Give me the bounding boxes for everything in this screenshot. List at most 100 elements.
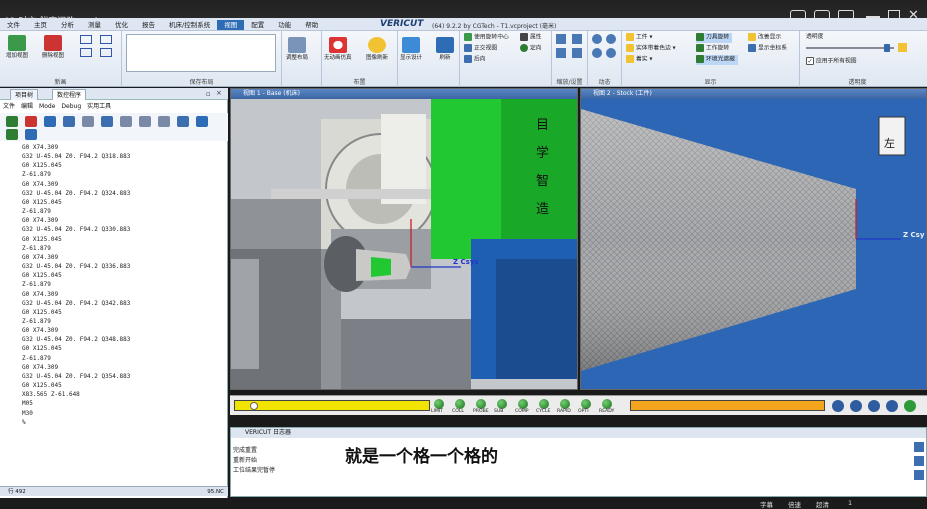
code-line[interactable]: Z-61.879 xyxy=(22,354,228,363)
code-line[interactable]: Z-61.879 xyxy=(22,280,228,289)
show-design-button[interactable]: 显示设计 xyxy=(400,37,422,62)
cascade-icon[interactable] xyxy=(100,48,112,57)
toolbar-icon[interactable] xyxy=(44,116,56,127)
toolbar-icon[interactable] xyxy=(63,116,75,127)
refresh-button[interactable]: 刷新 xyxy=(436,37,454,62)
menu-item[interactable]: 报告 xyxy=(135,20,162,30)
zoom-icon[interactable] xyxy=(556,34,566,44)
no-animation-button[interactable]: 无动画仿真 xyxy=(324,37,352,62)
left-menu-item[interactable]: Mode xyxy=(36,102,58,112)
menu-item[interactable]: 优化 xyxy=(108,20,135,30)
viewport-stock[interactable]: 视图 2 - Stock (工件) Z Csy 左 xyxy=(580,88,927,390)
code-line[interactable]: G0 X125.045 xyxy=(22,344,228,353)
dynamic-rotate-icon[interactable] xyxy=(592,34,602,44)
code-line[interactable]: G0 X125.045 xyxy=(22,198,228,207)
toolbar-icon[interactable] xyxy=(158,116,170,127)
tool-rotate-toggle[interactable]: 刀具旋转 xyxy=(696,33,733,43)
tile-icon[interactable] xyxy=(80,48,92,57)
split-icon[interactable] xyxy=(100,35,112,44)
shading-dropdown[interactable]: 着实 ▾ xyxy=(626,55,652,65)
apply-all-views-checkbox[interactable]: ✓ 应用于所有视图 xyxy=(806,57,857,67)
image-refresh-button[interactable]: 图像刷新 xyxy=(366,37,388,62)
toolbar-icon[interactable] xyxy=(82,116,94,127)
pan-icon[interactable] xyxy=(556,48,566,58)
code-line[interactable]: G0 X125.045 xyxy=(22,235,228,244)
code-line[interactable]: M05 xyxy=(22,399,228,408)
log-check-icon[interactable] xyxy=(914,456,924,466)
code-line[interactable]: G32 U-45.04 Z0. F94.2 Q348.883 xyxy=(22,335,228,344)
tab-nc-program[interactable]: 数控程序 xyxy=(52,89,87,100)
caption-button[interactable]: 字幕 xyxy=(760,499,773,509)
back-view-button[interactable]: 后向 xyxy=(464,55,486,65)
code-line[interactable]: G0 X74.309 xyxy=(22,363,228,372)
show-csys-toggle[interactable]: 显示坐标系 xyxy=(748,44,787,54)
toolbar-icon[interactable] xyxy=(6,129,18,140)
volume-level[interactable]: 1 xyxy=(848,499,852,507)
menu-item[interactable]: 主页 xyxy=(27,20,54,30)
code-line[interactable]: G32 U-45.04 Z0. F94.2 Q342.883 xyxy=(22,299,228,308)
use-rotation-center-button[interactable]: 使用旋转中心 xyxy=(464,33,509,43)
menu-item[interactable]: 机床/控制系统 xyxy=(162,20,217,30)
menu-item[interactable]: 视图 xyxy=(217,20,245,30)
step-back-button[interactable] xyxy=(850,400,862,412)
code-line[interactable]: % xyxy=(22,418,228,427)
panel-close-icon[interactable]: × xyxy=(216,89,222,97)
delete-view-button[interactable]: 删除视图 xyxy=(42,35,64,60)
toolbar-icon[interactable] xyxy=(139,116,151,127)
ambient-occlusion-toggle[interactable]: 环境光遮蔽 xyxy=(696,55,738,65)
add-view-button[interactable]: 增加视图 xyxy=(6,35,28,60)
transparency-slider-track[interactable] xyxy=(806,47,894,49)
code-line[interactable]: G32 U-45.04 Z0. F94.2 Q324.883 xyxy=(22,189,228,198)
left-menu-item[interactable]: Debug xyxy=(58,102,84,112)
code-line[interactable]: G32 U-45.04 Z0. F94.2 Q336.883 xyxy=(22,262,228,271)
menu-item[interactable]: 功能 xyxy=(271,20,298,30)
toolbar-icon[interactable] xyxy=(25,129,37,140)
menu-item[interactable]: 测量 xyxy=(81,20,108,30)
toolbar-icon[interactable] xyxy=(177,116,189,127)
code-line[interactable]: G32 U-45.04 Z0. F94.2 Q354.883 xyxy=(22,372,228,381)
ortho-view-button[interactable]: 正交视图 xyxy=(464,44,497,54)
rotate-icon[interactable] xyxy=(572,48,582,58)
code-line[interactable]: Z-61.879 xyxy=(22,207,228,216)
code-line[interactable]: Z-61.879 xyxy=(22,244,228,253)
improve-display-toggle[interactable]: 改善显示 xyxy=(748,33,781,43)
dynamic-spin-icon[interactable] xyxy=(606,48,616,58)
dynamic-pan-icon[interactable] xyxy=(606,34,616,44)
progress-handle[interactable] xyxy=(250,402,258,410)
zoom-fit-icon[interactable] xyxy=(572,34,582,44)
code-line[interactable]: G0 X125.045 xyxy=(22,308,228,317)
pause-button[interactable] xyxy=(868,400,880,412)
dynamic-zoom-icon[interactable] xyxy=(592,48,602,58)
left-menu-item[interactable]: 实用工具 xyxy=(84,102,114,112)
rewind-button[interactable] xyxy=(832,400,844,412)
code-line[interactable]: G0 X125.045 xyxy=(22,271,228,280)
play-button[interactable] xyxy=(904,400,916,412)
code-line[interactable]: G0 X74.309 xyxy=(22,290,228,299)
toolbar-icon[interactable] xyxy=(120,116,132,127)
code-line[interactable]: G0 X125.045 xyxy=(22,381,228,390)
left-menu-item[interactable]: 文件 xyxy=(0,102,18,112)
transparency-slider-handle[interactable] xyxy=(884,44,890,52)
toolbar-icon[interactable] xyxy=(25,116,37,127)
work-rotate-toggle[interactable]: 工作旋转 xyxy=(696,44,729,54)
solid-shading-dropdown[interactable]: 实体带着色边 ▾ xyxy=(626,44,676,54)
code-line[interactable]: G32 U-45.04 Z0. F94.2 Q330.883 xyxy=(22,225,228,234)
code-line[interactable]: G0 X74.309 xyxy=(22,216,228,225)
menu-item[interactable]: 帮助 xyxy=(298,20,325,30)
code-line[interactable]: G32 U-45.04 Z0. F94.2 Q318.883 xyxy=(22,152,228,161)
menu-item[interactable]: 文件 xyxy=(0,20,27,30)
menu-item[interactable]: 配置 xyxy=(244,20,271,30)
transparency-icon[interactable] xyxy=(898,43,907,52)
code-line[interactable]: M30 xyxy=(22,409,228,418)
code-line[interactable]: G0 X74.309 xyxy=(22,180,228,189)
toolbar-icon[interactable] xyxy=(196,116,208,127)
log-info-icon[interactable] xyxy=(914,442,924,452)
tab-project-tree[interactable]: 项目树 xyxy=(10,89,39,100)
viewport-machine[interactable]: 视图 1 - Base (机床) 目 学 智 造 Z Csys xyxy=(230,88,578,390)
orient-button[interactable]: 定向 xyxy=(520,44,542,54)
menu-item[interactable]: 分析 xyxy=(54,20,81,30)
code-line[interactable]: X83.565 Z-61.648 xyxy=(22,390,228,399)
layout-icon[interactable] xyxy=(80,35,92,44)
code-line[interactable]: G0 X125.045 xyxy=(22,161,228,170)
log-alert-icon[interactable] xyxy=(914,470,924,480)
